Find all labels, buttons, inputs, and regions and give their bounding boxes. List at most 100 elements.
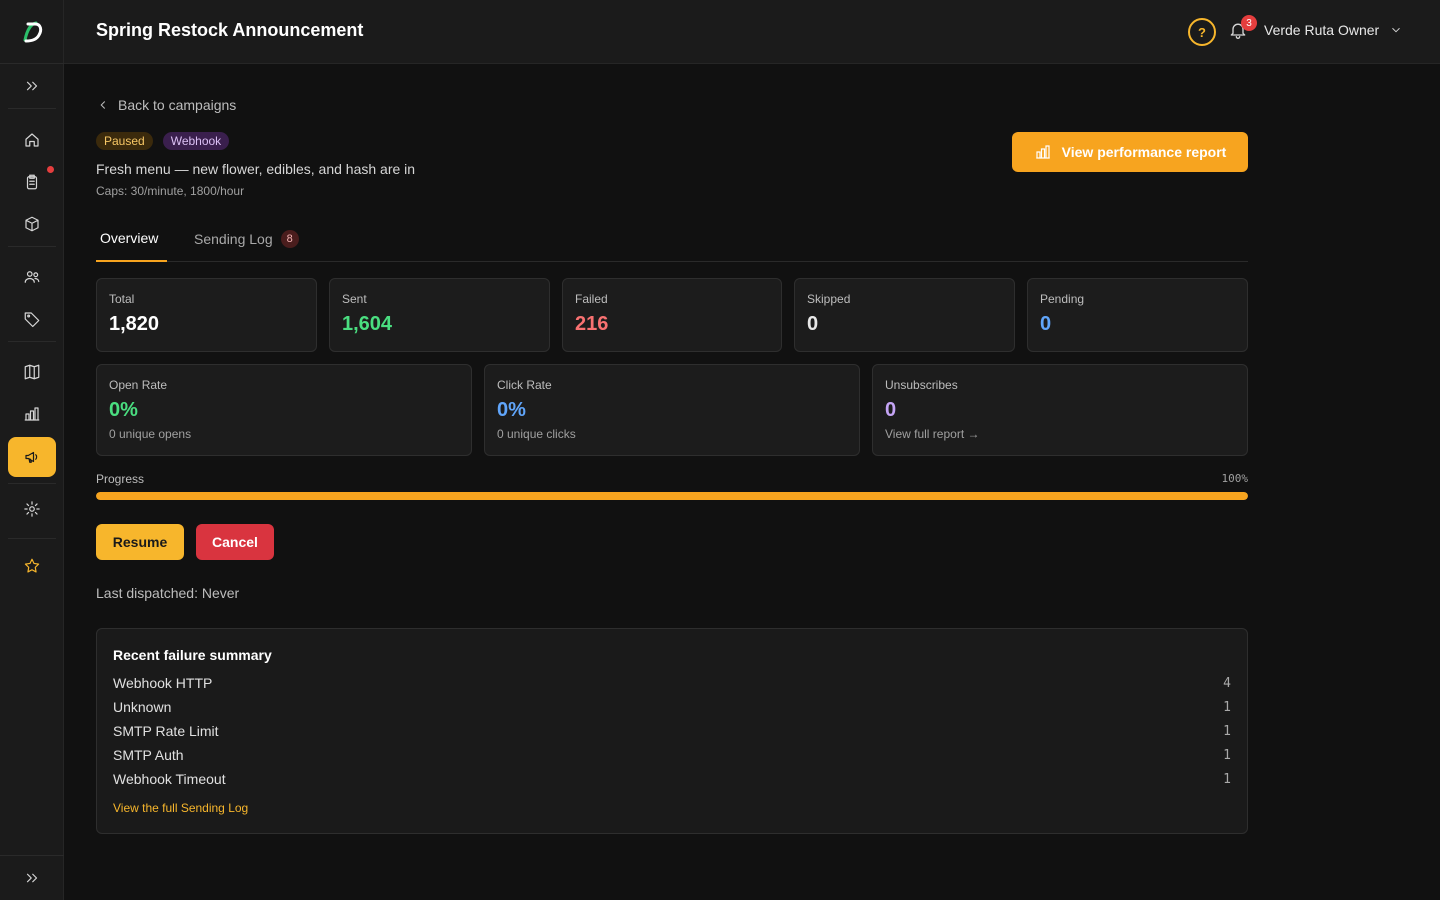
chevron-down-icon (1392, 27, 1401, 33)
topbar: Spring Restock Announcement ? 3 Verde Ru… (64, 0, 1440, 64)
sidebar-item-tags[interactable] (8, 299, 56, 339)
megaphone-icon (25, 451, 38, 463)
stat-label: Pending (1040, 292, 1085, 306)
sidebar-item-settings[interactable] (8, 489, 56, 529)
rate-value: 0% (497, 399, 526, 421)
sidebar-item-analytics[interactable] (8, 394, 56, 434)
rate-label: Click Rate (497, 378, 552, 392)
report-button-label: View performance report (1061, 144, 1227, 160)
view-full-report-link[interactable]: View full report → (885, 427, 979, 441)
notification-count-badge: 3 (1241, 15, 1257, 31)
stat-card-sent: Sent 1,604 (329, 278, 550, 352)
failure-summary-title: Recent failure summary (113, 647, 272, 663)
rate-card-unsubscribes: Unsubscribes 0 View full report → (872, 364, 1248, 456)
sidebar-divider (8, 483, 56, 484)
tab-bar: Overview Sending Log 8 (96, 218, 1248, 262)
sidebar-item-orders[interactable] (8, 162, 56, 202)
sidebar (0, 0, 64, 900)
clipboard-icon (26, 174, 38, 190)
stat-card-pending: Pending 0 (1027, 278, 1248, 352)
failure-count: 1 (1223, 699, 1231, 715)
box-icon (25, 216, 39, 232)
stat-value: 0 (807, 313, 819, 335)
failure-count: 1 (1223, 771, 1231, 787)
send-caps: Caps: 30/minute, 1800/hour (96, 184, 245, 198)
tag-icon (24, 312, 40, 328)
stat-label: Total (109, 292, 135, 306)
failure-row: Webhook Timeout 1 (113, 769, 1231, 789)
sidebar-divider (8, 108, 56, 109)
sidebar-item-home[interactable] (8, 120, 56, 160)
notifications-button[interactable]: 3 (1228, 15, 1257, 44)
status-badges: Paused Webhook (96, 132, 230, 150)
chevron-left-icon (100, 101, 106, 109)
help-button[interactable]: ? (1188, 18, 1216, 46)
stat-card-skipped: Skipped 0 (794, 278, 1015, 352)
failure-row: SMTP Rate Limit 1 (113, 721, 1231, 741)
chevrons-right-icon (26, 873, 38, 883)
status-badge: Paused (96, 132, 153, 150)
tab-overview[interactable]: Overview (100, 230, 158, 246)
bar-chart-icon (1035, 145, 1050, 159)
failure-row: Webhook HTTP 4 (113, 673, 1231, 693)
tab-label: Overview (100, 230, 159, 246)
notification-dot (47, 166, 54, 173)
rate-label: Open Rate (109, 378, 168, 392)
rate-value: 0% (109, 399, 138, 421)
help-icon: ? (1198, 24, 1206, 40)
view-performance-report-button[interactable]: View performance report (1012, 132, 1248, 172)
tab-sending-log[interactable]: Sending Log 8 (194, 230, 299, 248)
sidebar-collapse-button[interactable] (8, 858, 56, 898)
rate-subtext: 0 unique opens (109, 427, 192, 441)
progress-percent: 100% (1221, 472, 1249, 485)
resume-button[interactable]: Resume (96, 524, 184, 560)
sidebar-item-catalog[interactable] (8, 352, 56, 392)
failure-reason: Unknown (113, 699, 172, 715)
sidebar-item-favorites[interactable] (8, 546, 56, 586)
failure-summary-card: Recent failure summary Webhook HTTP 4 Un… (96, 628, 1248, 834)
stat-value: 1,820 (109, 313, 160, 335)
back-link-label: Back to campaigns (118, 97, 237, 113)
stat-label: Sent (342, 292, 367, 306)
back-to-campaigns-link[interactable]: Back to campaigns (96, 97, 236, 113)
sidebar-item-campaigns[interactable] (8, 437, 56, 477)
last-dispatched-label: Last dispatched: (96, 585, 198, 601)
page-title: Spring Restock Announcement (96, 20, 364, 40)
sidebar-item-products[interactable] (8, 204, 56, 244)
rate-value: 0 (885, 399, 897, 421)
rate-label: Unsubscribes (885, 378, 958, 392)
sidebar-divider (0, 855, 64, 856)
stat-label: Failed (575, 292, 608, 306)
logo-icon (23, 21, 43, 42)
failure-count: 1 (1223, 723, 1231, 739)
user-name: Verde Ruta Owner (1264, 22, 1380, 38)
stat-value: 0 (1040, 313, 1052, 335)
sidebar-item-customers[interactable] (8, 257, 56, 297)
book-open-icon (24, 364, 40, 380)
last-dispatched-value: Never (201, 585, 240, 601)
star-icon (24, 558, 40, 573)
rate-card-open: Open Rate 0% 0 unique opens (96, 364, 472, 456)
tab-label: Sending Log (194, 231, 273, 247)
sidebar-expand-button[interactable] (8, 66, 56, 106)
chevrons-right-icon (26, 81, 38, 91)
progress-label: Progress (96, 472, 145, 486)
last-dispatched: Last dispatched: Never (96, 585, 239, 601)
view-sending-log-link[interactable]: View the full Sending Log (113, 801, 248, 815)
cancel-button[interactable]: Cancel (196, 524, 274, 560)
stat-value: 1,604 (342, 313, 393, 335)
logo[interactable] (0, 0, 64, 64)
failure-row: Unknown 1 (113, 697, 1231, 717)
sidebar-divider (8, 538, 56, 539)
channel-badge: Webhook (162, 132, 230, 150)
failure-count: 1 (1223, 747, 1231, 763)
progress-bar (96, 492, 1248, 500)
failure-reason: SMTP Auth (113, 747, 184, 763)
sidebar-divider (8, 341, 56, 342)
user-menu[interactable]: Verde Ruta Owner (1264, 22, 1403, 38)
home-icon (25, 133, 39, 147)
failure-count: 4 (1223, 675, 1231, 691)
failure-reason: Webhook HTTP (113, 675, 213, 691)
stat-card-total: Total 1,820 (96, 278, 317, 352)
sidebar-divider (8, 246, 56, 247)
